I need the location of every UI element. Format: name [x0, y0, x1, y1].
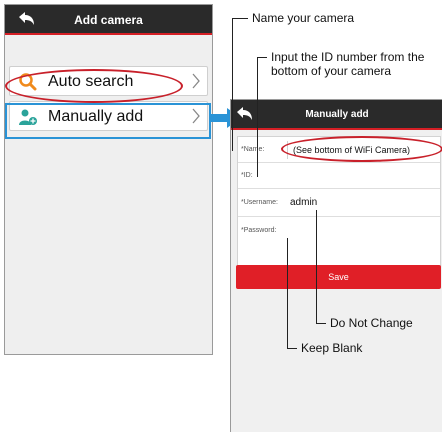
password-row[interactable]: *Password: — [238, 217, 440, 245]
annotation-line — [316, 323, 326, 324]
page-title: Manually add — [305, 109, 369, 120]
save-button[interactable]: Save — [236, 265, 441, 289]
add-camera-screen: Add camera Auto search Manually add — [4, 4, 213, 355]
manually-add-highlight — [5, 103, 211, 139]
annotation-line — [257, 57, 258, 177]
id-row[interactable]: *ID: — [238, 163, 440, 189]
annotation-line — [316, 210, 317, 323]
annotation-id: Input the ID number from the bottom of y… — [271, 50, 425, 78]
id-label: *ID: — [241, 172, 253, 179]
name-hint-highlight — [281, 136, 442, 162]
back-arrow-icon[interactable] — [235, 106, 255, 122]
annotation-line — [232, 18, 248, 19]
annotation-line — [232, 18, 233, 151]
name-label: *Name: — [241, 146, 265, 153]
annotation-line — [287, 238, 288, 348]
title-bar: Manually add — [231, 100, 442, 130]
password-label: *Password: — [241, 227, 277, 234]
username-input[interactable]: admin — [290, 189, 317, 217]
annotation-password: Keep Blank — [301, 341, 363, 355]
manually-add-screen: Manually add *Name: (See bottom of WiFi … — [230, 99, 442, 432]
annotation-line — [287, 348, 297, 349]
username-label: *Username: — [241, 199, 278, 206]
annotation-name: Name your camera — [252, 11, 355, 25]
chevron-right-icon — [192, 73, 200, 89]
back-arrow-icon[interactable] — [17, 11, 37, 27]
annotation-line — [257, 57, 267, 58]
annotation-username: Do Not Change — [330, 316, 413, 330]
username-row[interactable]: *Username: admin — [238, 189, 440, 217]
auto-search-highlight — [5, 69, 183, 103]
title-bar: Add camera — [5, 5, 212, 35]
